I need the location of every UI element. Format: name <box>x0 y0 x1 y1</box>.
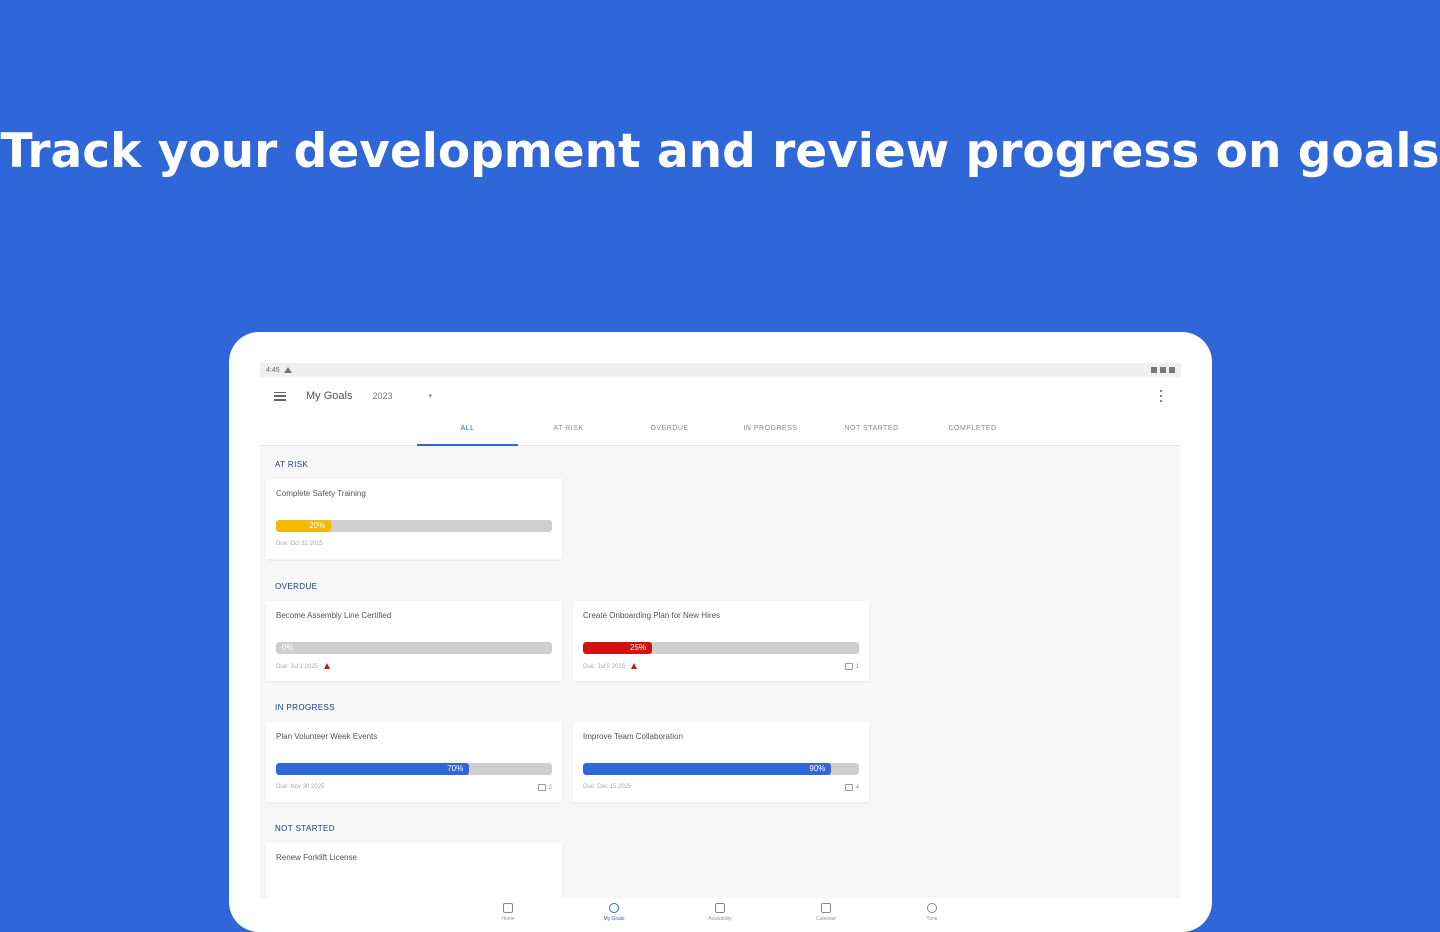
comments-number: 2 <box>548 784 552 791</box>
due-date: Due: Jul 1 2025 <box>276 663 331 670</box>
due-date-text: Due: Jul 5 2025 <box>583 664 626 670</box>
battery-icon <box>1169 367 1175 373</box>
home-icon <box>503 903 513 913</box>
nav-label: Availability <box>708 916 732 922</box>
goal-title: Renew Forklift License <box>276 853 357 862</box>
tab-all[interactable]: ALL <box>417 415 518 446</box>
nav-time[interactable]: Time <box>879 898 985 923</box>
goal-title: Plan Volunteer Week Events <box>276 732 378 741</box>
tab-completed[interactable]: COMPLETED <box>922 415 1023 445</box>
progress-percent: 20% <box>309 521 326 530</box>
progress-percent: 0% <box>282 643 294 652</box>
comments-number: 4 <box>855 784 859 791</box>
comments-count[interactable]: 4 <box>844 784 859 791</box>
progress-percent: 25% <box>630 643 647 652</box>
goal-card[interactable]: Become Assembly Line Certified 0% Due: J… <box>266 601 562 681</box>
signal-icon <box>1151 367 1157 373</box>
progress-bar: 20% <box>276 520 552 532</box>
goal-card[interactable]: Improve Team Collaboration 90% Due: Dec … <box>573 722 869 802</box>
progress-percent: 70% <box>447 764 464 773</box>
progress-percent: 90% <box>809 764 826 773</box>
nav-label: Calendar <box>815 916 837 922</box>
due-date: Due: Jul 5 2025 <box>583 663 638 670</box>
app-screen: 4:45 My Goals 2023 ▾ ALL AT RISK OVERDUE… <box>260 363 1181 923</box>
promo-headline: Track your development and review progre… <box>0 124 1440 179</box>
comment-icon <box>844 663 853 670</box>
alert-icon <box>324 663 331 669</box>
year-select[interactable]: 2023 ▾ <box>372 391 432 401</box>
year-select-value: 2023 <box>372 391 393 401</box>
progress-bar: 70% <box>276 763 552 775</box>
warning-icon <box>283 367 292 373</box>
section-label-overdue: OVERDUE <box>275 582 318 591</box>
app-bar: My Goals 2023 ▾ <box>260 377 1181 415</box>
goal-title: Become Assembly Line Certified <box>276 611 392 620</box>
comment-icon <box>844 784 853 791</box>
alert-icon <box>631 663 638 669</box>
nav-home[interactable]: Home <box>455 898 561 923</box>
progress-fill <box>583 763 832 775</box>
comments-count[interactable]: 2 <box>537 784 552 791</box>
nav-label: Time <box>926 916 938 922</box>
nav-label: Home <box>501 916 515 922</box>
goals-icon <box>609 903 619 913</box>
comments-number: 1 <box>855 663 859 670</box>
goal-card[interactable]: Plan Volunteer Week Events 70% Due: Nov … <box>266 722 562 802</box>
due-date-text: Due: Jul 1 2025 <box>276 664 319 670</box>
section-label-not-started: NOT STARTED <box>275 824 335 833</box>
goal-title: Create Onboarding Plan for New Hires <box>583 611 720 620</box>
nav-availability[interactable]: Availability <box>667 898 773 923</box>
calendar-icon <box>821 903 831 913</box>
status-time: 4:45 <box>266 366 280 374</box>
comments-count[interactable]: 1 <box>844 663 859 670</box>
nav-my-goals[interactable]: My Goals <box>561 898 667 923</box>
due-date: Due: Dec 15 2025 <box>583 784 632 790</box>
goal-title: Complete Safety Training <box>276 489 366 498</box>
goal-filter-tabs: ALL AT RISK OVERDUE IN PROGRESS NOT STAR… <box>260 415 1181 446</box>
tab-in-progress[interactable]: IN PROGRESS <box>720 415 821 445</box>
wifi-icon <box>1160 367 1166 373</box>
progress-bar: 90% <box>583 763 859 775</box>
page-title: My Goals <box>306 390 353 402</box>
goal-card[interactable]: Complete Safety Training 20% Due: Oct 31… <box>266 479 562 559</box>
availability-icon <box>715 903 725 913</box>
progress-bar: 0% <box>276 642 552 654</box>
tab-not-started[interactable]: NOT STARTED <box>821 415 922 445</box>
clock-icon <box>927 903 937 913</box>
tablet-frame: 4:45 My Goals 2023 ▾ ALL AT RISK OVERDUE… <box>229 332 1212 932</box>
section-label-in-progress: IN PROGRESS <box>275 703 335 712</box>
tab-at-risk[interactable]: AT RISK <box>518 415 619 445</box>
chevron-down-icon: ▾ <box>428 393 433 400</box>
menu-icon[interactable] <box>274 391 286 401</box>
due-date: Due: Nov 30 2025 <box>276 784 325 790</box>
status-bar: 4:45 <box>260 363 1181 377</box>
nav-label: My Goals <box>603 916 625 922</box>
nav-calendar[interactable]: Calendar <box>773 898 879 923</box>
goal-title: Improve Team Collaboration <box>583 732 683 741</box>
comment-icon <box>537 784 546 791</box>
tab-overdue[interactable]: OVERDUE <box>619 415 720 445</box>
bottom-navigation: Home My Goals Availability Calendar Time <box>260 898 1181 923</box>
progress-bar: 25% <box>583 642 859 654</box>
section-label-at-risk: AT RISK <box>275 460 309 469</box>
more-vertical-icon[interactable] <box>1160 390 1163 402</box>
progress-fill <box>276 763 470 775</box>
due-date: Due: Oct 31 2025 <box>276 541 324 547</box>
goal-card[interactable]: Create Onboarding Plan for New Hires 25%… <box>573 601 869 681</box>
